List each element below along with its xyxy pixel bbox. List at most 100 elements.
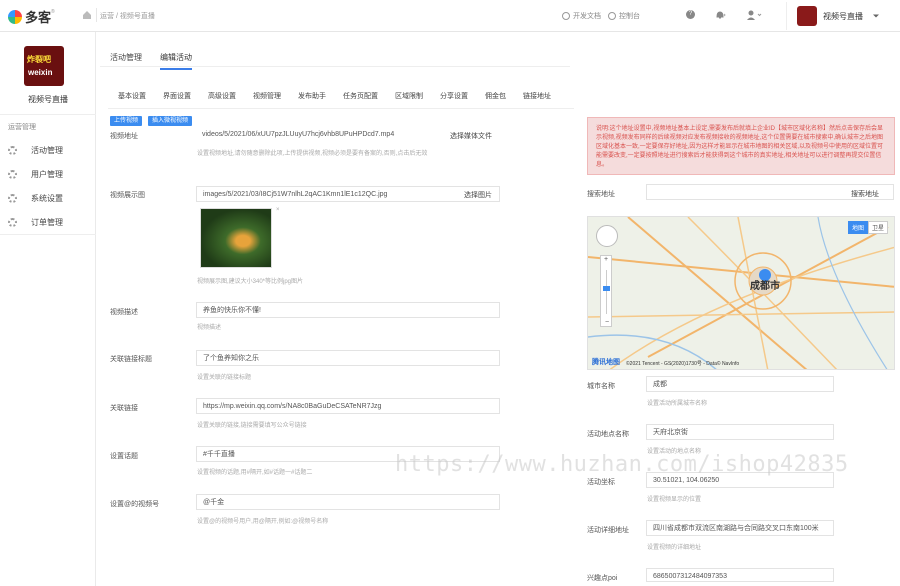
primary-tabs: 活动管理 编辑活动: [110, 52, 210, 70]
zoom-track: [606, 270, 607, 314]
tab-publish-helper[interactable]: 发布助手: [298, 91, 326, 101]
gear-icon: [8, 145, 17, 155]
secondary-tabs: 基本设置 界面设置 高级设置 视频管理 发布助手 任务页配置 区域限制 分享设置…: [118, 91, 568, 101]
chevron-down-icon: [873, 14, 879, 18]
sidebar-section-title: 运营管理: [8, 124, 36, 131]
tab-edit-activity[interactable]: 编辑活动: [160, 52, 192, 70]
poi-label: 兴趣点poi: [587, 575, 618, 582]
tab-share[interactable]: 分享设置: [440, 91, 468, 101]
user-menu-icon[interactable]: [746, 10, 762, 20]
city-input[interactable]: 成都: [646, 376, 834, 392]
map-copyright: ©2021 Tencent - GS(2020)1730号 - Data© Na…: [626, 361, 740, 367]
console-icon: [608, 12, 616, 20]
map-provider-logo: 腾讯地图: [592, 359, 620, 366]
address-label: 活动详细地址: [587, 527, 629, 534]
link-title-input[interactable]: 了个鱼养知你之乐: [196, 350, 500, 366]
brand-logo-icon: [8, 9, 22, 24]
video-desc-label: 视频描述: [110, 309, 138, 316]
dev-docs-label: 开发文档: [573, 13, 601, 20]
select-media-button[interactable]: 选择媒体文件: [450, 131, 492, 141]
select-image-button[interactable]: 选择图片: [464, 190, 492, 200]
mention-input[interactable]: @千金: [196, 494, 500, 510]
tab-activity-manage[interactable]: 活动管理: [110, 52, 142, 70]
sidebar-item-orders[interactable]: 订单管理: [8, 214, 92, 230]
sidebar-divider: [0, 114, 96, 115]
search-address-button[interactable]: 搜索地址: [851, 189, 879, 199]
map-pan-control[interactable]: [596, 225, 618, 247]
tab-basic[interactable]: 基本设置: [118, 91, 146, 101]
home-icon[interactable]: [82, 10, 92, 20]
tab-task-page[interactable]: 任务页配置: [343, 91, 378, 101]
upload-video-button[interactable]: 上传视频: [110, 116, 143, 126]
map-widget[interactable]: + − 地图 卫星 成都市 腾讯地图 ©2021 Tencent - GS(20…: [587, 216, 895, 370]
sidebar-item-settings[interactable]: 系统设置: [8, 190, 92, 206]
address-help: 设置视频的详细地址: [647, 545, 702, 551]
video-url-label: 视频地址: [110, 133, 138, 140]
account-name: 视频号直播: [823, 11, 863, 21]
sidebar-item-label: 订单管理: [31, 217, 63, 227]
video-url-help: 设置视频地址,请勿随意删除此项,上传提供视频,视频必须是要有备案的,否则,点击后…: [197, 151, 428, 157]
map-zoom-slider[interactable]: + −: [600, 255, 612, 327]
account-avatar: [797, 6, 817, 26]
dev-docs-link[interactable]: 开发文档: [562, 11, 601, 21]
venue-label: 活动地点名称: [587, 431, 629, 438]
gear-icon: [8, 193, 17, 203]
tab-region[interactable]: 区域限制: [395, 91, 423, 101]
tab-advanced[interactable]: 高级设置: [208, 91, 236, 101]
sidebar-divider: [0, 234, 96, 235]
zoom-out-icon[interactable]: −: [601, 319, 613, 326]
sidebar-item-activities[interactable]: 活动管理: [8, 142, 92, 158]
sidebar-item-label: 系统设置: [31, 193, 63, 203]
video-image-help: 视频展示图,建议大小340*等比例jpg图片: [197, 279, 304, 285]
zoom-in-icon[interactable]: +: [601, 256, 611, 263]
account-switcher[interactable]: 视频号直播: [786, 2, 896, 30]
coords-help: 设置视频显示的位置: [647, 497, 702, 503]
tab-video[interactable]: 视频管理: [253, 91, 281, 101]
map-city-label: 成都市: [750, 281, 780, 292]
remove-image-icon[interactable]: ×: [276, 207, 280, 213]
tab-commission[interactable]: 佣金包: [485, 91, 506, 101]
bell-icon[interactable]: [714, 10, 726, 20]
video-desc-input[interactable]: 养鱼的快乐你不懂!: [196, 302, 500, 318]
map-type-map[interactable]: 地图: [847, 221, 868, 234]
link-url-help: 设置关联的链接,链接需要填写公众号链接: [197, 423, 307, 429]
tab-interface[interactable]: 界面设置: [163, 91, 191, 101]
sidebar-item-users[interactable]: 用户管理: [8, 166, 92, 182]
channel-avatar: 炸裂吧 weixin: [24, 46, 64, 86]
console-label: 控制台: [619, 13, 640, 20]
gear-icon: [8, 169, 17, 179]
tabs-divider: [100, 66, 570, 67]
topic-label: 设置话题: [110, 453, 138, 460]
mention-label: 设置@的视频号: [110, 501, 160, 508]
link-url-label: 关联链接: [110, 405, 138, 412]
tab-link[interactable]: 链接地址: [523, 91, 551, 101]
video-image-input[interactable]: images/5/2021/03/I8Cj51W7nlhL2qAC1Kmn1lE…: [196, 186, 500, 202]
watermark-text: https://www.huzhan.com/ishop42835: [395, 452, 849, 477]
link-url-input[interactable]: https://mp.weixin.qq.com/s/NA8c0BaGuDeCS…: [196, 398, 500, 414]
link-title-help: 设置关联的链接标题: [197, 375, 252, 381]
sidebar-item-label: 活动管理: [31, 145, 63, 155]
city-help: 设置活动所属城市名称: [647, 401, 708, 407]
channel-avatar-line2: weixin: [28, 68, 53, 77]
venue-input[interactable]: 天府北京街: [646, 424, 834, 440]
zoom-handle[interactable]: [603, 286, 610, 291]
sidebar-item-label: 用户管理: [31, 169, 63, 179]
help-icon[interactable]: ?: [686, 10, 695, 19]
map-type-satellite[interactable]: 卫星: [867, 221, 888, 234]
breadcrumb: 运营 / 视频号直播: [100, 13, 155, 20]
topic-help: 设置视频的话题,用#隔开,如#话题一#话题二: [197, 470, 313, 476]
top-bar: 多客 ® 运营 / 视频号直播 开发文档 控制台 ? 视频号直播: [0, 0, 900, 32]
coords-label: 活动坐标: [587, 479, 615, 486]
insert-video-button[interactable]: 插入微视视频: [148, 116, 193, 126]
map-type-switch: 地图 卫星: [847, 221, 888, 234]
sidebar: 炸裂吧 weixin 视频号直播 运营管理 活动管理 用户管理 系统设置 订单管…: [0, 32, 96, 586]
map-roads: [588, 217, 894, 369]
address-input[interactable]: 四川省成都市双流区南湖路与合同路交叉口东南100米: [646, 520, 834, 536]
link-title-label: 关联链接标题: [110, 356, 152, 363]
poi-input[interactable]: 6865007312484097353: [646, 568, 834, 582]
docs-icon: [562, 12, 570, 20]
console-link[interactable]: 控制台: [608, 11, 640, 21]
search-address-label: 搜索地址: [587, 191, 615, 198]
gear-icon: [8, 217, 17, 227]
brand-logo[interactable]: 多客 ®: [8, 7, 55, 26]
